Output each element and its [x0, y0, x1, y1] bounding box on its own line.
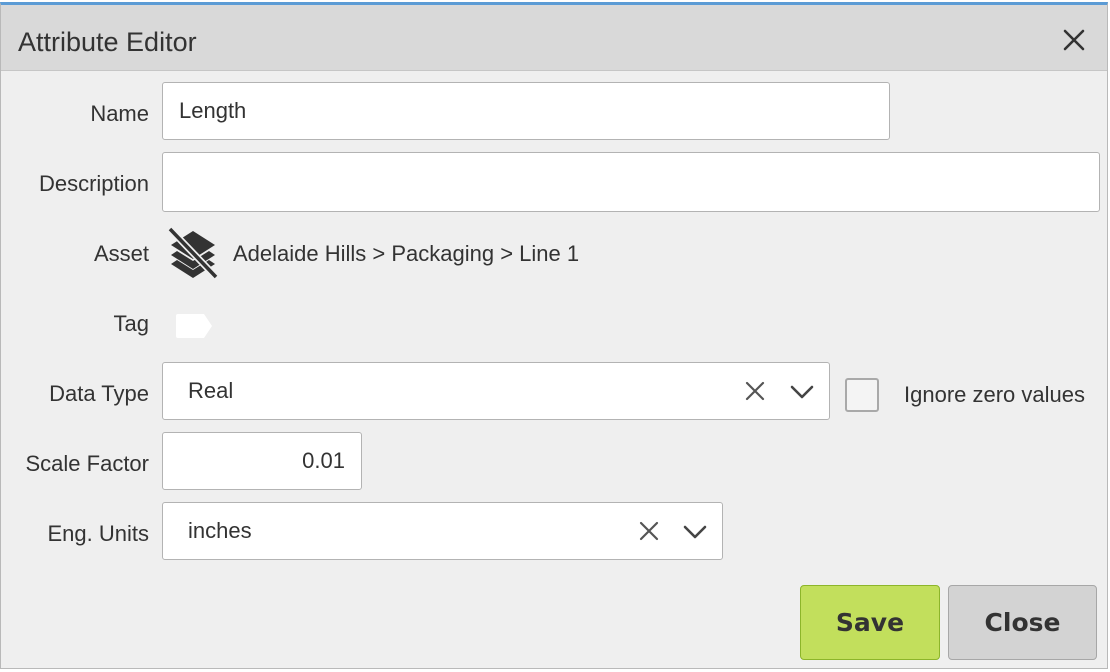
close-icon[interactable] — [1059, 25, 1089, 55]
scale-factor-label: Scale Factor — [25, 451, 150, 476]
clear-icon[interactable] — [744, 380, 766, 402]
tag-icon[interactable] — [175, 313, 215, 339]
description-label: Description — [38, 171, 149, 196]
tag-label: Tag — [113, 311, 149, 336]
clear-icon[interactable] — [638, 520, 660, 542]
layers-off-icon[interactable] — [167, 226, 219, 280]
scale-factor-input[interactable]: 0.01 — [162, 432, 362, 490]
attribute-editor-dialog: Attribute Editor Name Length Description… — [0, 2, 1108, 669]
eng-units-label: Eng. Units — [47, 521, 150, 546]
eng-units-select[interactable]: inches — [162, 502, 723, 560]
data-type-label: Data Type — [49, 381, 149, 406]
ignore-zero-checkbox[interactable] — [845, 378, 879, 412]
asset-label: Asset — [93, 241, 149, 266]
data-type-select[interactable]: Real — [162, 362, 830, 420]
chevron-down-icon[interactable] — [681, 520, 709, 542]
save-button[interactable]: Save — [800, 585, 940, 660]
asset-path: Adelaide Hills > Packaging > Line 1 — [233, 241, 580, 266]
ignore-zero-label[interactable]: Ignore zero values — [904, 382, 1085, 408]
name-label: Name — [90, 101, 149, 126]
dialog-titlebar: Attribute Editor — [1, 5, 1107, 71]
name-input[interactable]: Length — [162, 82, 890, 140]
data-type-value: Real — [188, 378, 234, 403]
close-button[interactable]: Close — [948, 585, 1097, 660]
description-input[interactable] — [162, 152, 1100, 212]
eng-units-value: inches — [188, 518, 252, 543]
chevron-down-icon[interactable] — [788, 380, 816, 402]
dialog-title: Attribute Editor — [18, 27, 197, 57]
